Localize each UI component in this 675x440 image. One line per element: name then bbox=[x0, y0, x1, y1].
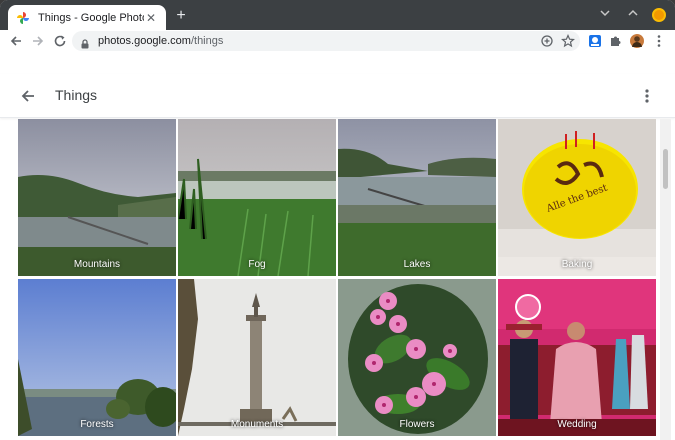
bookmark-star-icon[interactable] bbox=[561, 33, 575, 48]
baking-thumbnail: Alle the best bbox=[498, 119, 656, 276]
google-photos-icon bbox=[16, 11, 30, 25]
browser-toolbar: photos.google.com/things bbox=[0, 30, 675, 52]
browser-window: Things - Google Photos ✕ + photos.google… bbox=[0, 0, 675, 440]
app-header: Things bbox=[0, 74, 675, 118]
address-bar[interactable]: photos.google.com/things bbox=[72, 31, 580, 51]
tile-label: Flowers bbox=[399, 419, 435, 430]
tile-label: Baking bbox=[561, 259, 593, 270]
forests-thumbnail bbox=[18, 279, 176, 436]
scrollbar[interactable] bbox=[660, 119, 671, 440]
tile-label: Mountains bbox=[73, 259, 121, 270]
tile-fog[interactable]: Fog bbox=[178, 119, 336, 276]
lock-icon[interactable] bbox=[80, 36, 90, 49]
tile-label: Wedding bbox=[557, 419, 597, 430]
tile-mountains[interactable]: Mountains bbox=[18, 119, 176, 276]
url-path: /things bbox=[190, 35, 224, 47]
extension-badge-icon[interactable] bbox=[587, 33, 603, 49]
back-arrow-icon[interactable] bbox=[18, 86, 38, 106]
tab-title: Things - Google Photos bbox=[38, 11, 144, 24]
chrome-menu-icon[interactable] bbox=[651, 33, 667, 49]
url-text[interactable]: photos.google.com/things bbox=[98, 35, 223, 47]
tab-strip: Things - Google Photos ✕ + bbox=[0, 0, 675, 30]
tab-close-icon[interactable]: ✕ bbox=[144, 11, 158, 25]
profile-avatar-icon[interactable] bbox=[629, 33, 645, 49]
more-options-icon[interactable] bbox=[640, 86, 654, 106]
tile-label: Lakes bbox=[403, 259, 431, 270]
tile-label: Monuments bbox=[230, 419, 284, 430]
tab-search-chevron-icon[interactable] bbox=[596, 6, 614, 24]
monuments-thumbnail bbox=[178, 279, 336, 436]
tile-wedding[interactable]: Wedding bbox=[498, 279, 656, 436]
things-grid: Mountains Fog Lakes Alle the best Baking… bbox=[18, 119, 658, 440]
window-minimize-chevron-icon[interactable] bbox=[624, 6, 642, 24]
tile-forests[interactable]: Forests bbox=[18, 279, 176, 436]
lakes-thumbnail bbox=[338, 119, 496, 276]
install-app-icon[interactable] bbox=[540, 34, 554, 48]
reload-icon[interactable] bbox=[52, 33, 68, 49]
browser-tab[interactable]: Things - Google Photos ✕ bbox=[8, 5, 166, 30]
back-arrow-icon[interactable] bbox=[8, 33, 24, 49]
tile-label: Fog bbox=[248, 259, 266, 270]
fog-thumbnail bbox=[178, 119, 336, 276]
tile-flowers[interactable]: Flowers bbox=[338, 279, 496, 436]
tile-lakes[interactable]: Lakes bbox=[338, 119, 496, 276]
tile-baking[interactable]: Alle the best Baking bbox=[498, 119, 656, 276]
page-title: Things bbox=[55, 87, 98, 103]
tile-monuments[interactable]: Monuments bbox=[178, 279, 336, 436]
new-tab-button[interactable]: + bbox=[172, 7, 190, 25]
puzzle-extensions-icon[interactable] bbox=[608, 33, 624, 49]
mountains-thumbnail bbox=[18, 119, 176, 276]
flowers-thumbnail bbox=[338, 279, 496, 436]
url-host: photos.google.com bbox=[98, 35, 191, 47]
scrollbar-thumb[interactable] bbox=[663, 149, 668, 189]
page-content: Things Mountains Fog Lakes Alle the best… bbox=[0, 52, 675, 440]
chrome-profile-icon[interactable] bbox=[652, 8, 666, 22]
wedding-thumbnail bbox=[498, 279, 656, 436]
tile-label: Forests bbox=[80, 419, 114, 430]
forward-arrow-icon[interactable] bbox=[30, 33, 46, 49]
